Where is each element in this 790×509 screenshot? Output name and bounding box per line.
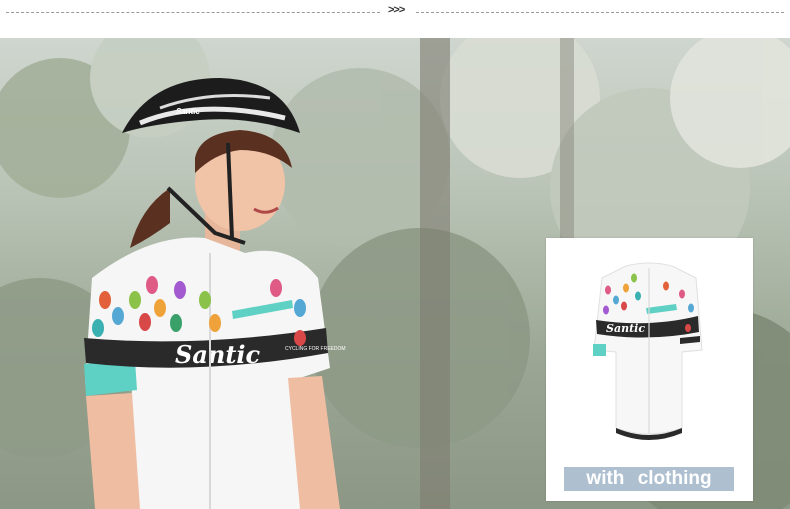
divider-line-left — [6, 12, 380, 13]
product-card[interactable]: Santic with clothing — [546, 238, 753, 501]
product-caption: with clothing — [564, 467, 734, 491]
helmet-brand-text: Santic — [176, 107, 201, 116]
photo-jersey-slogan: CYCLING FOR FREEDOM — [285, 346, 346, 352]
divider-line-right — [416, 12, 784, 13]
card-jersey-brand: Santic — [606, 322, 645, 335]
jersey-product-image: Santic — [593, 262, 703, 440]
section-divider: >>> — [0, 0, 790, 38]
photo-jersey-brand: Santic — [175, 340, 261, 369]
divider-arrows: >>> — [388, 4, 405, 16]
